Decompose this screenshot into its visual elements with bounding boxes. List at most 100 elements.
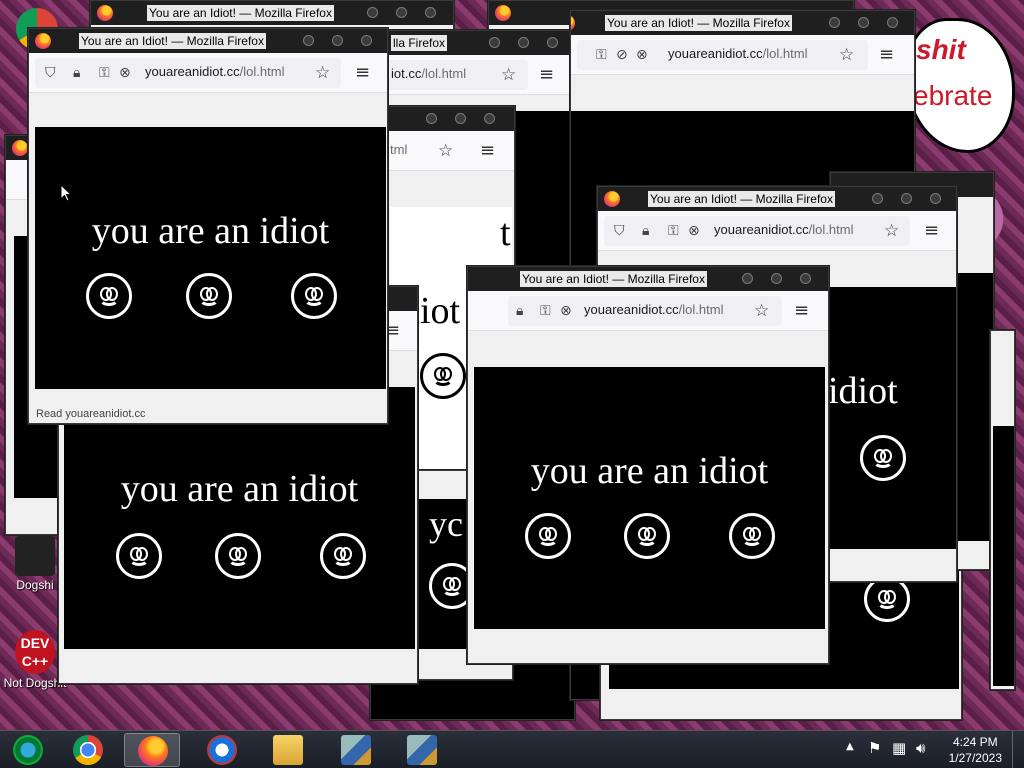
taskbar-chrome-button[interactable] — [60, 733, 116, 767]
maximize-button[interactable] — [901, 193, 912, 204]
permissions-icon[interactable]: ⚿ — [99, 66, 110, 80]
url-host: youareanidiot.cc — [714, 222, 809, 237]
url-host: youareanidiot.cc — [668, 46, 763, 61]
hamburger-menu-icon[interactable]: ≡ — [879, 44, 894, 65]
maximize-button[interactable] — [518, 37, 529, 48]
minimize-button[interactable] — [303, 35, 314, 46]
bookmark-star-icon[interactable]: ☆ — [884, 221, 899, 241]
bookmark-star-icon[interactable]: ☆ — [754, 301, 769, 321]
lock-icon[interactable]: 🔒︎ — [516, 304, 523, 318]
close-button[interactable] — [484, 113, 495, 124]
bookmark-star-icon[interactable]: ☆ — [839, 45, 854, 65]
page-content — [993, 426, 1014, 686]
bookmark-star-icon[interactable]: ☆ — [438, 141, 453, 161]
page-content: you are an idiot — [474, 367, 825, 629]
window-titlebar[interactable]: lla Firefox — [371, 31, 574, 55]
window-title: You are an Idiot! — Mozilla Firefox — [147, 5, 334, 21]
firefox-window-front-m[interactable]: You are an Idiot! — Mozilla Firefox 🔒︎ ⚿… — [467, 266, 829, 664]
window-titlebar[interactable]: You are an Idiot! — Mozilla Firefox — [468, 267, 828, 291]
idiot-message: idiot — [828, 370, 898, 412]
url-bar[interactable]: 🔒︎ ⚿ ⊗ youareanidiot.cc/lol.html ☆ ≡ — [468, 291, 828, 331]
minimize-button[interactable] — [872, 193, 883, 204]
taskbar-firefox-button[interactable] — [124, 733, 180, 767]
permissions-icon[interactable]: ⚿ — [668, 224, 679, 238]
hamburger-menu-icon[interactable]: ≡ — [355, 62, 370, 83]
url-bar[interactable]: tml ☆ ≡ — [386, 131, 514, 171]
window-titlebar[interactable]: You are an Idiot! — Mozilla Firefox — [29, 29, 387, 53]
close-button[interactable] — [930, 193, 941, 204]
idiot-message: you are an idiot — [530, 450, 769, 492]
close-button[interactable] — [800, 273, 811, 284]
maximize-button[interactable] — [455, 113, 466, 124]
permissions-icon[interactable]: ⚿ — [596, 48, 607, 62]
taskbar-installer-button-1[interactable] — [328, 733, 384, 767]
url-text: youareanidiot.cc/lol.html — [714, 222, 853, 237]
system-clock[interactable]: 4:24 PM 1/27/2023 — [949, 734, 1002, 766]
maximize-button[interactable] — [771, 273, 782, 284]
firefox-window-front-l[interactable]: You are an Idiot! — Mozilla Firefox ⛉ 🔒︎… — [28, 28, 388, 424]
autoplay-icon[interactable]: ⊗ — [636, 48, 648, 62]
url-bar[interactable]: ⛉ 🔒︎ ⚿ ⊗ youareanidiot.cc/lol.html ☆ ≡ — [29, 53, 387, 93]
lock-icon[interactable]: 🔒︎ — [73, 66, 80, 80]
tracking-icon[interactable]: ⊘ — [616, 48, 628, 62]
window-titlebar[interactable]: You are an Idiot! — Mozilla Firefox — [91, 1, 453, 25]
close-button[interactable] — [361, 35, 372, 46]
firefox-icon — [495, 5, 511, 21]
maximize-button[interactable] — [332, 35, 343, 46]
firefox-icon — [138, 736, 168, 766]
autoplay-icon[interactable]: ⊗ — [560, 304, 572, 318]
hamburger-menu-icon[interactable]: ≡ — [794, 300, 809, 321]
minimize-button[interactable] — [367, 7, 378, 18]
url-bar[interactable]: ⚿ ⊘ ⊗ youareanidiot.cc/lol.html ☆ ≡ — [571, 35, 914, 75]
maximize-button[interactable] — [396, 7, 407, 18]
volume-icon[interactable]: 🔊︎ — [916, 739, 925, 757]
minimize-button[interactable] — [742, 273, 753, 284]
devcpp-line1: DEV — [20, 635, 50, 651]
firefox-icon — [571, 15, 575, 31]
hamburger-menu-icon[interactable]: ≡ — [480, 140, 495, 161]
url-path: /lol.html — [421, 66, 467, 81]
permissions-icon[interactable]: ⚿ — [540, 304, 551, 318]
window-titlebar[interactable] — [386, 107, 514, 131]
window-titlebar[interactable]: You are an Idiot! — Mozilla Firefox — [571, 11, 914, 35]
smiley-icon — [186, 273, 232, 319]
autoplay-icon[interactable]: ⊗ — [119, 66, 131, 80]
taskbar-media-center-button[interactable] — [0, 733, 56, 767]
show-desktop-button[interactable] — [1012, 731, 1024, 768]
hamburger-menu-icon[interactable]: ≡ — [924, 220, 939, 241]
shield-icon[interactable]: ⛉ — [45, 66, 56, 80]
show-hidden-icons-button[interactable]: ▲ — [846, 741, 854, 752]
status-bar: Read youareanidiot.cc — [33, 407, 149, 421]
action-center-flag-icon[interactable]: ⚑ — [868, 739, 881, 757]
dogshit-icon-label: Dogshi — [16, 578, 54, 592]
url-bar[interactable]: iot.cc/lol.html ☆ ≡ — [371, 55, 574, 95]
bookmark-star-icon[interactable]: ☆ — [315, 63, 330, 83]
autoplay-icon[interactable]: ⊗ — [688, 224, 700, 238]
minimize-button[interactable] — [829, 17, 840, 28]
window-titlebar[interactable]: You are an Idiot! — Mozilla Firefox — [598, 187, 956, 211]
media-center-icon — [13, 735, 43, 765]
smiley-icon — [86, 273, 132, 319]
firefox-icon — [35, 33, 51, 49]
url-bar[interactable]: ⛉ 🔒︎ ⚿ ⊗ youareanidiot.cc/lol.html ☆ ≡ — [598, 211, 956, 251]
folder-icon — [273, 735, 303, 765]
shield-icon[interactable]: ⛉ — [614, 224, 625, 238]
lock-icon[interactable]: 🔒︎ — [642, 224, 649, 238]
taskbar-file-explorer-button[interactable] — [260, 733, 316, 767]
taskbar-ie-button[interactable] — [194, 733, 250, 767]
chrome-icon — [73, 735, 103, 765]
window-title-fragment: lla Firefox — [391, 35, 448, 51]
window-title: You are an Idiot! — Mozilla Firefox — [605, 15, 792, 31]
maximize-button[interactable] — [858, 17, 869, 28]
network-icon[interactable]: ▦ — [892, 739, 906, 757]
taskbar-installer-button-2[interactable] — [394, 733, 450, 767]
minimize-button[interactable] — [489, 37, 500, 48]
minimize-button[interactable] — [426, 113, 437, 124]
url-path: /lol.html — [762, 46, 808, 61]
bookmark-star-icon[interactable]: ☆ — [501, 65, 516, 85]
close-button[interactable] — [425, 7, 436, 18]
hamburger-menu-icon[interactable]: ≡ — [539, 64, 554, 85]
close-button[interactable] — [547, 37, 558, 48]
close-button[interactable] — [887, 17, 898, 28]
smiley-icon — [420, 353, 466, 399]
